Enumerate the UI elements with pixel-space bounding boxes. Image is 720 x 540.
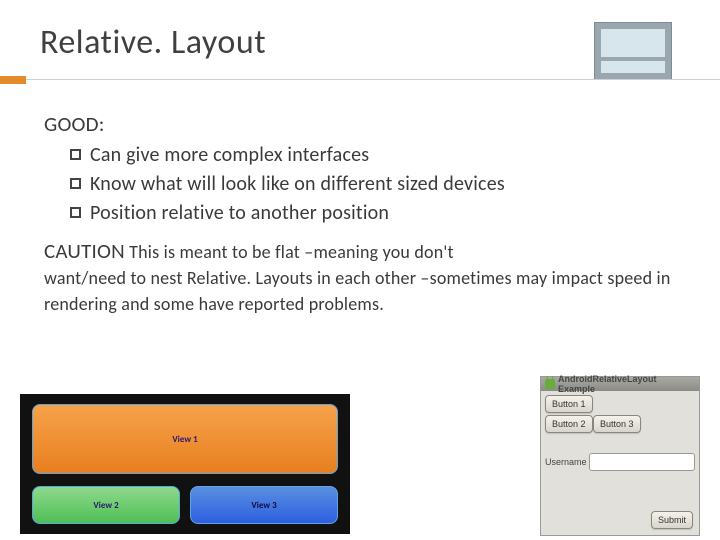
submit-button[interactable]: Submit [651,511,693,529]
phone-preview: AndroidRelativeLayoutExample Button 1 Bu… [540,376,700,536]
title-row: Relative. Layout [40,22,680,80]
figures: View 1 View 2 View 3 AndroidRelativeLayo… [0,385,720,540]
layout-preview: View 1 View 2 View 3 [20,394,350,534]
caution-block: CAUTION This is meant to be flat –meanin… [44,237,680,317]
bullet-list: Can give more complex interfaces Know wh… [70,142,680,227]
caution-label: CAUTION [44,238,125,264]
accent-bar [0,76,26,84]
separator [26,79,720,80]
username-row: Username [545,453,695,471]
bullet-item: Know what will look like on different si… [70,171,680,198]
body-content: GOOD: Can give more complex interfaces K… [40,110,680,317]
layout-view-1: View 1 [32,404,338,474]
username-label: Username [545,457,587,467]
phone-body: Button 1 Button 2 Button 3 Username Subm… [541,391,699,535]
phone-button-3[interactable]: Button 3 [593,415,641,433]
bullet-item: Can give more complex interfaces [70,142,680,169]
layout-view-2: View 2 [32,486,180,524]
phone-button-1[interactable]: Button 1 [545,395,593,413]
phone-statusbar: AndroidRelativeLayoutExample [541,377,699,391]
slide-title: Relative. Layout [40,22,266,63]
bullet-item: Position relative to another position [70,200,680,227]
caution-text-first: This is meant to be flat –meaning you do… [125,241,454,263]
username-input[interactable] [589,453,695,471]
monitor-icon [594,22,672,80]
caution-text-rest: want/need to nest Relative. Layouts in e… [44,267,670,315]
slide: Relative. Layout GOOD: Can give more com… [0,0,720,540]
phone-button-2[interactable]: Button 2 [545,415,593,433]
android-icon [545,379,555,389]
layout-view-3: View 3 [190,486,338,524]
good-label: GOOD: [44,110,680,138]
